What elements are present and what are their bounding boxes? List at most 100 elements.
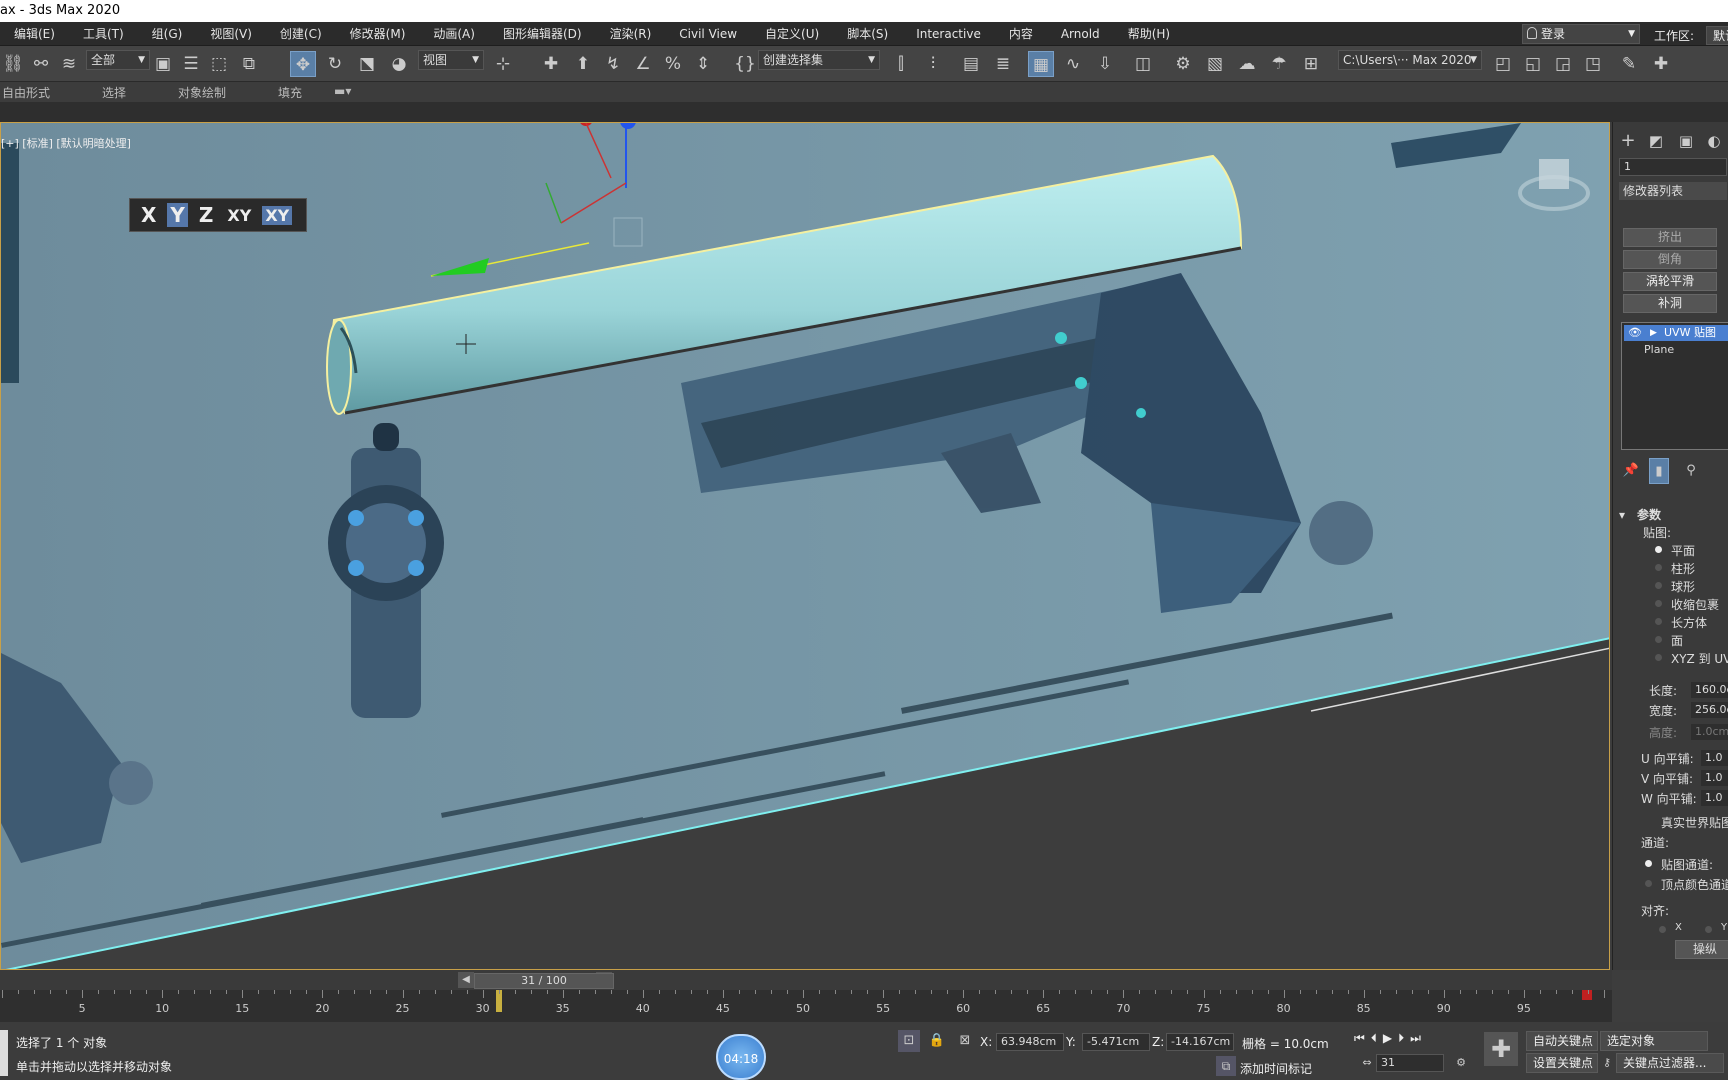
snaps-toggle-icon[interactable]: ↯	[600, 51, 626, 77]
set-key-button[interactable]: 设置关键点	[1526, 1053, 1598, 1073]
ribbon-toggle-icon[interactable]: ▬▾	[334, 84, 351, 98]
w-tile-field[interactable]: 1.0	[1701, 790, 1728, 806]
select-manipulate-icon[interactable]: ⬆	[570, 51, 596, 77]
select-by-name-icon[interactable]: ☰	[178, 51, 204, 77]
menu-item[interactable]: 视图(V)	[196, 25, 266, 42]
perspective-viewport[interactable]: [+] [标准] [默认明暗处理] X Y Z XY XY	[0, 122, 1610, 970]
select-and-link-icon[interactable]: ⛓	[0, 51, 26, 77]
render-iterative-icon[interactable]: ☂	[1266, 51, 1292, 77]
time-config-icon[interactable]: ⚙	[1452, 1054, 1470, 1072]
material-editor-icon[interactable]: ◫	[1130, 51, 1156, 77]
key-mode-icon[interactable]: ⇔	[1358, 1054, 1376, 1072]
track-bar[interactable]: 5 10 15 20 25 30 35 40 45 50 55 60 65 70 75 80 85 90 95	[0, 990, 1612, 1022]
unlink-icon[interactable]: ⚯	[28, 51, 54, 77]
selection-lock-icon[interactable]: 🔒	[926, 1030, 948, 1052]
cap-holes-button[interactable]: 补洞	[1623, 294, 1717, 313]
ribbon-tab-freeform[interactable]: 自由形式	[2, 84, 50, 101]
length-field[interactable]: 160.0cm	[1691, 682, 1728, 698]
ribbon-tab-selection[interactable]: 选择	[102, 84, 126, 101]
mapping-option-radio[interactable]: 面	[1654, 632, 1683, 649]
workspace-selector[interactable]: 工作区: 默认	[1648, 26, 1728, 45]
pin-stack-icon[interactable]: 📌	[1621, 458, 1641, 484]
show-end-result-icon[interactable]: ▮	[1649, 458, 1669, 484]
next-key-icon[interactable]: ⏵	[1398, 1031, 1410, 1045]
ribbon-toggle-icon[interactable]: ▦	[1028, 51, 1054, 77]
menu-item[interactable]: 自定义(U)	[751, 25, 833, 42]
x-coordinate-field[interactable]: 63.948cm	[996, 1033, 1064, 1051]
menu-item[interactable]: Civil View	[665, 27, 751, 41]
viewport-label[interactable]: [+] [标准] [默认明暗处理]	[1, 135, 131, 151]
mirror-icon[interactable]: ⫿	[888, 51, 914, 77]
workspace-value[interactable]: 默认	[1706, 26, 1728, 45]
z-coordinate-field[interactable]: -14.167cm	[1166, 1033, 1234, 1051]
bevel-button[interactable]: 倒角	[1623, 250, 1717, 269]
align-icon[interactable]: ⫶	[920, 51, 946, 77]
menu-item[interactable]: 组(G)	[138, 25, 197, 42]
expand-arrow-icon[interactable]: ▶	[1650, 325, 1657, 341]
mapping-option-radio[interactable]: 柱形	[1654, 560, 1695, 577]
modifier-list-dropdown[interactable]: 修改器列表	[1619, 182, 1727, 200]
key-filters-button[interactable]: 关键点过滤器...	[1616, 1053, 1724, 1073]
selection-filter-dropdown[interactable]: 全部 ▼	[86, 50, 150, 70]
bind-space-warp-icon[interactable]: ≋	[56, 51, 82, 77]
edit-named-selection-icon[interactable]: {}	[732, 51, 758, 77]
menu-item[interactable]: 动画(A)	[419, 25, 489, 42]
pivot-center-icon[interactable]: ⊹	[490, 51, 516, 77]
mapping-option-radio[interactable]: 长方体	[1654, 614, 1707, 631]
play-icon[interactable]: ▶	[1383, 1031, 1398, 1045]
time-tag-icon[interactable]: ⧉	[1216, 1056, 1236, 1076]
selected-object-dropdown[interactable]: 选定对象	[1600, 1031, 1708, 1051]
extrude-button[interactable]: 挤出	[1623, 228, 1717, 247]
add-time-tag[interactable]: 添加时间标记	[1240, 1060, 1312, 1077]
select-and-place-icon[interactable]: ◕	[386, 51, 412, 77]
ribbon-tab-object-paint[interactable]: 对象绘制	[178, 84, 226, 101]
percent-snap-icon[interactable]: %	[660, 51, 686, 77]
add-icon[interactable]: ✚	[1648, 51, 1674, 77]
curve-editor-icon[interactable]: ∿	[1060, 51, 1086, 77]
menu-item[interactable]: 帮助(H)	[1114, 25, 1184, 42]
manipulate-button[interactable]: 操纵	[1675, 940, 1728, 959]
select-and-rotate-icon[interactable]: ↻	[322, 51, 348, 77]
ribbon-tab-populate[interactable]: 填充	[278, 84, 302, 101]
select-and-move-icon[interactable]: ✥	[290, 51, 316, 77]
v-tile-field[interactable]: 1.0	[1701, 770, 1728, 786]
isolate-selection-icon[interactable]: ⊡	[898, 1030, 920, 1052]
key-filter-icon[interactable]: ⚷	[1598, 1054, 1616, 1072]
menu-item[interactable]: Interactive	[902, 27, 995, 41]
brush-icon[interactable]: ✎	[1616, 51, 1642, 77]
create-tab-icon[interactable]: +	[1617, 128, 1639, 154]
object-name-field[interactable]: 1	[1619, 158, 1727, 176]
absolute-mode-icon[interactable]: ⊠	[954, 1030, 976, 1052]
menu-item[interactable]: 内容	[995, 25, 1047, 42]
rendered-frame-window-icon[interactable]: ▧	[1202, 51, 1228, 77]
menu-item[interactable]: 创建(C)	[266, 25, 336, 42]
axis-xy-button[interactable]: XY	[224, 206, 254, 225]
map-channel-radio[interactable]: 贴图通道:	[1644, 856, 1713, 873]
axis-y-button[interactable]: Y	[167, 203, 188, 227]
maxscript-listener[interactable]	[0, 1030, 8, 1076]
reference-coordinate-dropdown[interactable]: 视图 ▼	[418, 50, 484, 70]
y-coordinate-field[interactable]: -5.471cm	[1082, 1033, 1150, 1051]
menu-item[interactable]: 图形编辑器(D)	[489, 25, 596, 42]
hierarchy-tab-icon[interactable]: ▣	[1675, 128, 1697, 154]
render-production-icon[interactable]: ☁	[1234, 51, 1260, 77]
select-object-icon[interactable]: ▣	[150, 51, 176, 77]
select-and-scale-icon[interactable]: ⬔	[354, 51, 380, 77]
window-crossing-icon[interactable]: ⧉	[236, 51, 262, 77]
spinner-snap-icon[interactable]: ⇕	[690, 51, 716, 77]
align-y-radio[interactable]: Y	[1704, 922, 1727, 933]
axis-xy-cycle-button[interactable]: XY	[262, 205, 293, 225]
mapping-option-radio[interactable]: 收缩包裹	[1654, 596, 1719, 613]
scene-explorer-icon[interactable]: ▤	[958, 51, 984, 77]
parameters-rollout-title[interactable]: 参数	[1637, 506, 1661, 523]
stack-item-plane[interactable]: Plane	[1644, 343, 1674, 356]
auto-key-button[interactable]: 自动关键点	[1526, 1031, 1598, 1051]
axis-z-button[interactable]: Z	[196, 203, 217, 227]
layer-explorer-icon[interactable]: ≣	[990, 51, 1016, 77]
align-x-radio[interactable]: X	[1659, 922, 1682, 933]
schematic-view-icon[interactable]: ⇩	[1092, 51, 1118, 77]
set-key-icon[interactable]: ✚	[1484, 1032, 1518, 1066]
menu-item[interactable]: 工具(T)	[69, 25, 138, 42]
toggle-panel-2-icon[interactable]: ◳	[1580, 51, 1606, 77]
eye-icon[interactable]: 👁	[1628, 325, 1642, 341]
